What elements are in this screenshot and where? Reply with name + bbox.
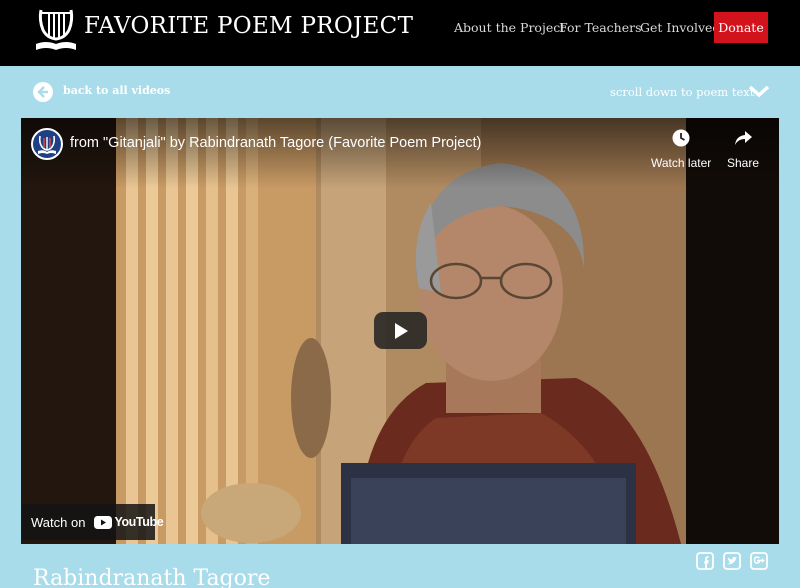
back-to-videos-link[interactable]: back to all videos (63, 84, 170, 97)
youtube-wordmark: YouTube (114, 515, 164, 529)
scroll-to-poem-link[interactable]: scroll down to poem text (610, 85, 754, 99)
clock-icon (672, 129, 690, 147)
facebook-icon[interactable] (696, 552, 714, 570)
watch-on-label: Watch on (31, 514, 86, 530)
watch-on-youtube-button[interactable]: Watch on YouTube (22, 504, 164, 540)
nav-for-teachers[interactable]: For Teachers (559, 20, 642, 35)
lyre-book-icon[interactable] (33, 4, 79, 54)
video-player[interactable]: from "Gitanjali" by Rabindranath Tagore … (21, 118, 779, 544)
site-title[interactable]: FAVORITE POEM PROJECT (84, 13, 413, 39)
nav-about-project[interactable]: About the Project (454, 20, 565, 35)
share-arrow-icon (735, 131, 752, 145)
lyre-channel-icon (38, 135, 56, 154)
watch-later-button[interactable]: Watch later (651, 128, 711, 170)
site-header: FAVORITE POEM PROJECT About the Project … (0, 0, 800, 66)
back-button[interactable] (33, 82, 53, 102)
youtube-play-icon (94, 515, 113, 529)
arrow-left-icon (37, 86, 48, 98)
youtube-logo: YouTube (94, 515, 164, 529)
chevron-down-icon[interactable] (748, 83, 770, 99)
poet-name-heading: Rabindranath Tagore (33, 566, 271, 588)
twitter-icon[interactable] (723, 552, 741, 570)
watch-later-label: Watch later (651, 156, 712, 170)
nav-get-involved[interactable]: Get Involved (640, 20, 720, 35)
play-icon (394, 322, 408, 339)
channel-avatar[interactable] (31, 128, 63, 160)
donate-button[interactable]: Donate (714, 12, 768, 43)
video-title[interactable]: from "Gitanjali" by Rabindranath Tagore … (70, 135, 481, 151)
play-button[interactable] (374, 312, 427, 349)
share-button[interactable]: Share (713, 128, 773, 170)
google-plus-icon[interactable] (750, 552, 768, 570)
share-label: Share (726, 156, 760, 170)
